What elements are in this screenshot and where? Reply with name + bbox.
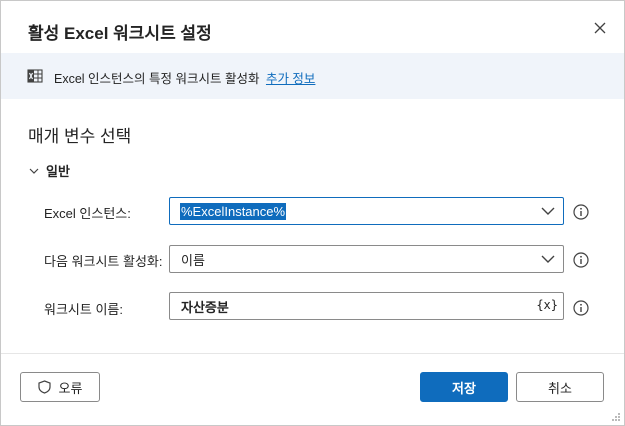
variable-picker-button[interactable]: {x} (536, 298, 558, 312)
close-button[interactable] (589, 17, 611, 39)
group-label: 일반 (46, 164, 70, 179)
section-title: 매개 변수 선택 (28, 127, 132, 146)
activate-worksheet-select[interactable]: 이름 (169, 245, 564, 273)
worksheet-name-input[interactable]: 자산증분 {x} (169, 292, 564, 320)
banner-description: Excel 인스턴스의 특정 워크시트 활성화 (54, 72, 260, 86)
worksheet-name-label: 워크시트 이름: (44, 302, 123, 317)
info-banner: Excel 인스턴스의 특정 워크시트 활성화 추가 정보 (1, 53, 624, 99)
shield-icon (37, 380, 51, 394)
chevron-down-icon (541, 255, 555, 263)
error-button-label: 오류 (58, 380, 83, 396)
excel-instance-value: %ExcelInstance% (180, 202, 287, 220)
excel-instance-label: Excel 인스턴스: (44, 206, 131, 221)
cancel-button[interactable]: 취소 (516, 372, 604, 402)
dialog: 활성 Excel 워크시트 설정 Excel 인스턴스의 특정 워크시트 활성화… (0, 0, 625, 426)
info-icon[interactable] (573, 204, 589, 220)
error-handling-button[interactable]: 오류 (20, 372, 100, 402)
chevron-down-icon (29, 168, 39, 174)
resize-grip-icon[interactable] (611, 412, 621, 422)
save-button[interactable]: 저장 (420, 372, 508, 402)
info-icon[interactable] (573, 252, 589, 268)
dialog-title: 활성 Excel 워크시트 설정 (28, 24, 212, 43)
footer-divider (1, 353, 624, 354)
close-icon (594, 22, 606, 34)
activate-worksheet-label: 다음 워크시트 활성화: (44, 254, 163, 269)
chevron-down-icon (541, 207, 555, 215)
general-group-toggle[interactable]: 일반 (28, 161, 70, 180)
banner-text: Excel 인스턴스의 특정 워크시트 활성화 추가 정보 (54, 68, 315, 87)
info-icon[interactable] (573, 300, 589, 316)
worksheet-name-value: 자산증분 (181, 299, 229, 315)
excel-sheet-icon (27, 69, 43, 83)
excel-instance-select[interactable]: %ExcelInstance% (169, 197, 564, 225)
learn-more-link[interactable]: 추가 정보 (266, 72, 315, 86)
activate-worksheet-value: 이름 (181, 252, 205, 268)
